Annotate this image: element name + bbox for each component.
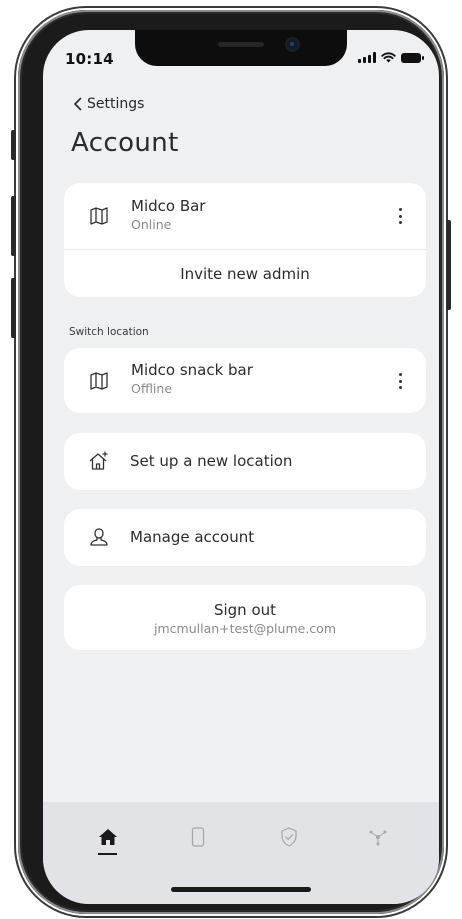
section-label-switch-location: Switch location [69, 326, 149, 338]
network-icon [369, 830, 387, 846]
manage-account-button[interactable]: Manage account [64, 509, 426, 566]
more-options-icon[interactable] [398, 373, 402, 389]
manage-account-label: Manage account [130, 528, 255, 546]
location-status: Offline [131, 381, 173, 396]
status-time: 10:14 [65, 50, 114, 68]
sign-out-button[interactable]: Sign out jmcmullan+test@plume.com [64, 585, 426, 650]
signal-icon [358, 52, 376, 63]
home-indicator[interactable] [171, 887, 311, 892]
home-icon [99, 829, 117, 845]
current-location-card: Midco Bar Online Invite new admin [64, 183, 426, 297]
account-email: jmcmullan+test@plume.com [154, 621, 336, 636]
map-icon [90, 372, 108, 390]
shield-icon [281, 827, 297, 847]
back-label: Settings [87, 96, 145, 112]
device-icon [191, 827, 205, 847]
tab-network[interactable] [363, 822, 393, 852]
location-name: Midco Bar [131, 197, 206, 215]
location-name: Midco snack bar [131, 361, 253, 379]
page-title: Account [71, 128, 179, 158]
location-status: Online [131, 217, 172, 232]
more-options-icon[interactable] [398, 208, 402, 224]
current-location-row[interactable]: Midco Bar Online [64, 183, 426, 249]
invite-admin-label: Invite new admin [180, 264, 310, 283]
volume-up-button [11, 196, 16, 256]
setup-location-button[interactable]: Set up a new location [64, 433, 426, 490]
tab-security[interactable] [274, 822, 304, 852]
tab-home[interactable] [93, 822, 123, 852]
active-tab-indicator [98, 853, 117, 855]
map-icon [90, 207, 108, 225]
notch [135, 30, 347, 66]
setup-location-label: Set up a new location [130, 452, 293, 470]
battery-icon [401, 52, 424, 63]
user-icon [90, 528, 108, 546]
speaker [218, 42, 264, 47]
invite-admin-button[interactable]: Invite new admin [64, 250, 426, 297]
add-home-icon [89, 451, 108, 470]
tab-bar [43, 802, 439, 904]
wifi-icon [381, 52, 396, 63]
tab-devices[interactable] [183, 822, 213, 852]
back-button[interactable]: Settings [73, 96, 144, 112]
chevron-left-icon [74, 97, 82, 111]
switch-location-card[interactable]: Midco snack bar Offline [64, 348, 426, 413]
volume-down-button [11, 278, 16, 338]
sign-out-label: Sign out [213, 601, 277, 619]
front-camera [287, 39, 298, 50]
power-button [446, 220, 451, 310]
status-icons [358, 52, 424, 63]
phone-screen: 10:14 Settings Account Midco Bar Online [43, 30, 439, 904]
mute-switch [11, 130, 16, 160]
